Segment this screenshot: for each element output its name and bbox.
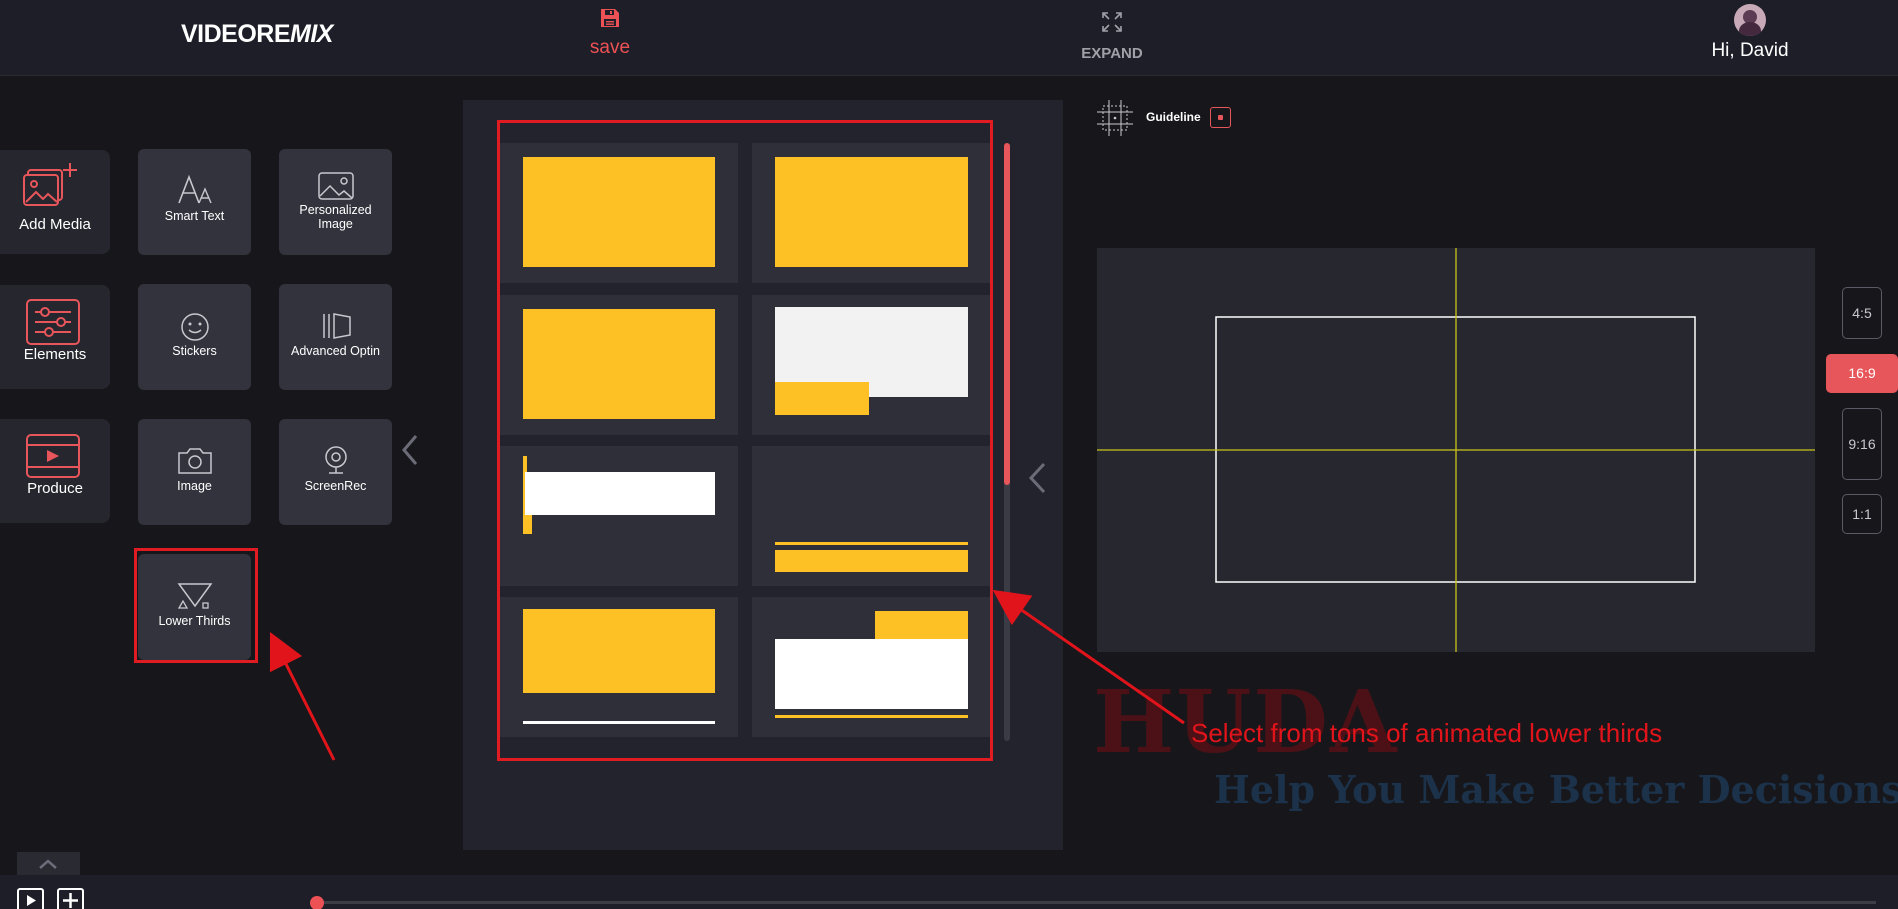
- ratio-4-5-button[interactable]: 4:5: [1842, 287, 1882, 339]
- chevron-left-icon[interactable]: [400, 432, 420, 468]
- plus-icon: [63, 893, 78, 908]
- image-button[interactable]: Image: [138, 419, 251, 525]
- templates-scrollbar[interactable]: [1004, 143, 1010, 741]
- advanced-optin-label: Advanced Optin: [291, 344, 380, 358]
- add-media-label: Add Media: [19, 216, 91, 233]
- expand-button[interactable]: EXPAND: [1070, 10, 1154, 62]
- screenrec-button[interactable]: ScreenRec: [279, 419, 392, 525]
- sliders-icon: [26, 299, 80, 345]
- chevron-left-icon[interactable]: [1026, 460, 1048, 496]
- text-icon: [177, 174, 212, 204]
- avatar: [1734, 4, 1766, 36]
- top-bar: VIDEOREMIX save EXPAND Hi, David: [0, 0, 1898, 76]
- produce-button[interactable]: Produce: [0, 419, 110, 523]
- ratio-16-9-button[interactable]: 16:9: [1826, 354, 1898, 393]
- sticker-icon: [180, 313, 209, 341]
- elements-button[interactable]: Elements: [0, 285, 110, 389]
- smart-text-button[interactable]: Smart Text: [138, 149, 251, 255]
- ratio-label: 9:16: [1848, 436, 1876, 452]
- play-icon: [27, 895, 36, 906]
- annotation-text: Select from tons of animated lower third…: [1191, 718, 1663, 748]
- screenrec-label: ScreenRec: [304, 479, 367, 493]
- stickers-label: Stickers: [172, 344, 217, 358]
- advanced-optin-button[interactable]: Advanced Optin: [279, 284, 392, 390]
- arrow-to-lower-thirds: [269, 631, 336, 761]
- timeline-track[interactable]: [316, 901, 1876, 904]
- add-media-button[interactable]: Add Media: [0, 150, 110, 254]
- image-label: Image: [177, 479, 212, 493]
- video-editor: VIDEOREMIX save EXPAND Hi, David Add Med…: [0, 0, 1898, 909]
- play-button[interactable]: [17, 888, 44, 909]
- personalized-image-label: Personalized: [299, 203, 372, 217]
- logo-text-mix: MIX: [290, 20, 333, 48]
- expand-icon: [1102, 12, 1122, 32]
- add-track-button[interactable]: [57, 888, 84, 909]
- ratio-1-1-button[interactable]: 1:1: [1842, 494, 1882, 534]
- canvas-guides: [1097, 248, 1815, 652]
- app-logo: VIDEOREMIX: [181, 20, 333, 49]
- user-greeting: Hi, David: [1711, 40, 1789, 61]
- save-label: save: [589, 37, 631, 58]
- timeline-collapse-button[interactable]: [17, 852, 80, 876]
- elements-label: Elements: [23, 346, 87, 363]
- save-button[interactable]: save: [575, 6, 645, 62]
- lower-thirds-highlight: [134, 548, 258, 663]
- camera-icon: [177, 448, 212, 474]
- image-icon: [317, 172, 354, 200]
- guideline-toggle[interactable]: [1210, 107, 1231, 128]
- expand-label: EXPAND: [1081, 45, 1143, 62]
- floppy-disk-icon: [601, 9, 619, 27]
- ratio-label: 1:1: [1852, 506, 1872, 522]
- guideline-label: Guideline: [1146, 110, 1201, 124]
- smart-text-label: Smart Text: [164, 209, 225, 223]
- watermark-tagline: Help You Make Better Decisions: [1214, 767, 1898, 812]
- playhead-handle[interactable]: [310, 896, 324, 909]
- ratio-9-16-button[interactable]: 9:16: [1842, 408, 1882, 480]
- preview-canvas[interactable]: [1097, 248, 1815, 652]
- personalized-image-label-2: Image: [318, 217, 353, 231]
- ratio-label: 4:5: [1852, 305, 1872, 321]
- logo-text: VIDEORE: [181, 20, 291, 48]
- stickers-button[interactable]: Stickers: [138, 284, 251, 390]
- personalized-image-button[interactable]: Personalized Image: [279, 149, 392, 255]
- guideline-icon[interactable]: [1097, 100, 1133, 136]
- panels-icon: [322, 313, 351, 339]
- add-media-icon: [23, 163, 77, 206]
- ratio-label: 16:9: [1848, 365, 1876, 381]
- user-menu[interactable]: Hi, David: [1680, 4, 1820, 62]
- templates-highlight: [497, 120, 993, 761]
- webcam-icon: [324, 446, 347, 474]
- produce-label: Produce: [27, 480, 83, 497]
- scrollbar-thumb[interactable]: [1004, 143, 1010, 485]
- chevron-up-icon: [39, 859, 57, 869]
- video-play-icon: [26, 434, 80, 478]
